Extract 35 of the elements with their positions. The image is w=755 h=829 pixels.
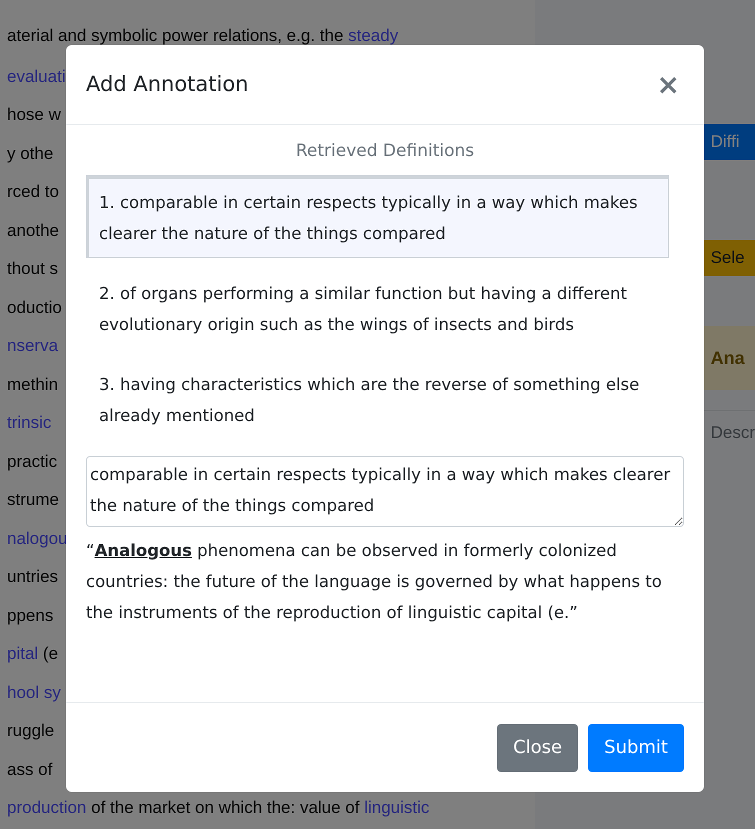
text-link[interactable]: nalogou xyxy=(7,526,68,551)
submit-button[interactable]: Submit xyxy=(588,724,684,772)
text-link[interactable]: evaluati xyxy=(7,64,66,89)
definition-field[interactable]: comparable in certain respects typically in a way which makes clearer the nature of the things compared xyxy=(86,456,684,526)
section-heading: Retrieved Definitions xyxy=(294,140,476,163)
text-link[interactable]: production xyxy=(7,795,86,820)
body-text: (e xyxy=(42,643,58,665)
body-text: hose w xyxy=(7,104,61,126)
text-link[interactable]: trinsic xyxy=(7,410,52,436)
body-text: ppens xyxy=(7,604,54,626)
modal-title: Add Annotation xyxy=(86,70,248,98)
body-text: untries xyxy=(7,566,58,588)
body-text: methin xyxy=(7,374,58,396)
body-text: aterial and symbolic power relations, e.g. the xyxy=(7,25,344,48)
text-link[interactable]: pital xyxy=(7,641,38,666)
text-link[interactable]: nserva xyxy=(7,333,58,358)
body-text: thout s xyxy=(7,258,58,280)
body-text: rced to xyxy=(7,181,59,203)
definition-item[interactable]: 3. having characteristics which are the reverse of something else already mentioned xyxy=(86,356,669,440)
body-text: strume xyxy=(7,489,59,511)
text-link[interactable]: hool sy xyxy=(7,680,61,705)
definition-item[interactable]: 1. comparable in certain respects typically in a way which makes clearer the nature of the things compared xyxy=(86,174,669,258)
body-text: ruggle xyxy=(7,720,54,742)
body-text: of the market on which the: value of xyxy=(90,797,360,819)
body-text: practic xyxy=(7,450,58,472)
definition-item[interactable]: 2. of organs performing a similar function but having a different evolutionary origin such as the wings of insects and birds xyxy=(86,266,669,348)
body-text: anothe xyxy=(7,220,59,242)
quote-text: “Analogous phenomena can be observed in formerly colonized countries: the future of the language is governed by what happens to the instruments of the reproduction of linguistic capital (e.” xyxy=(86,540,663,624)
body-text: oductio xyxy=(7,296,62,318)
close-button[interactable]: Close xyxy=(497,724,578,772)
body-text: ass of xyxy=(7,758,52,780)
text-link[interactable]: linguistic xyxy=(364,795,430,820)
text-link[interactable]: steady xyxy=(348,23,398,49)
body-text: y othe xyxy=(7,142,54,164)
close-button[interactable]: × xyxy=(652,64,684,106)
